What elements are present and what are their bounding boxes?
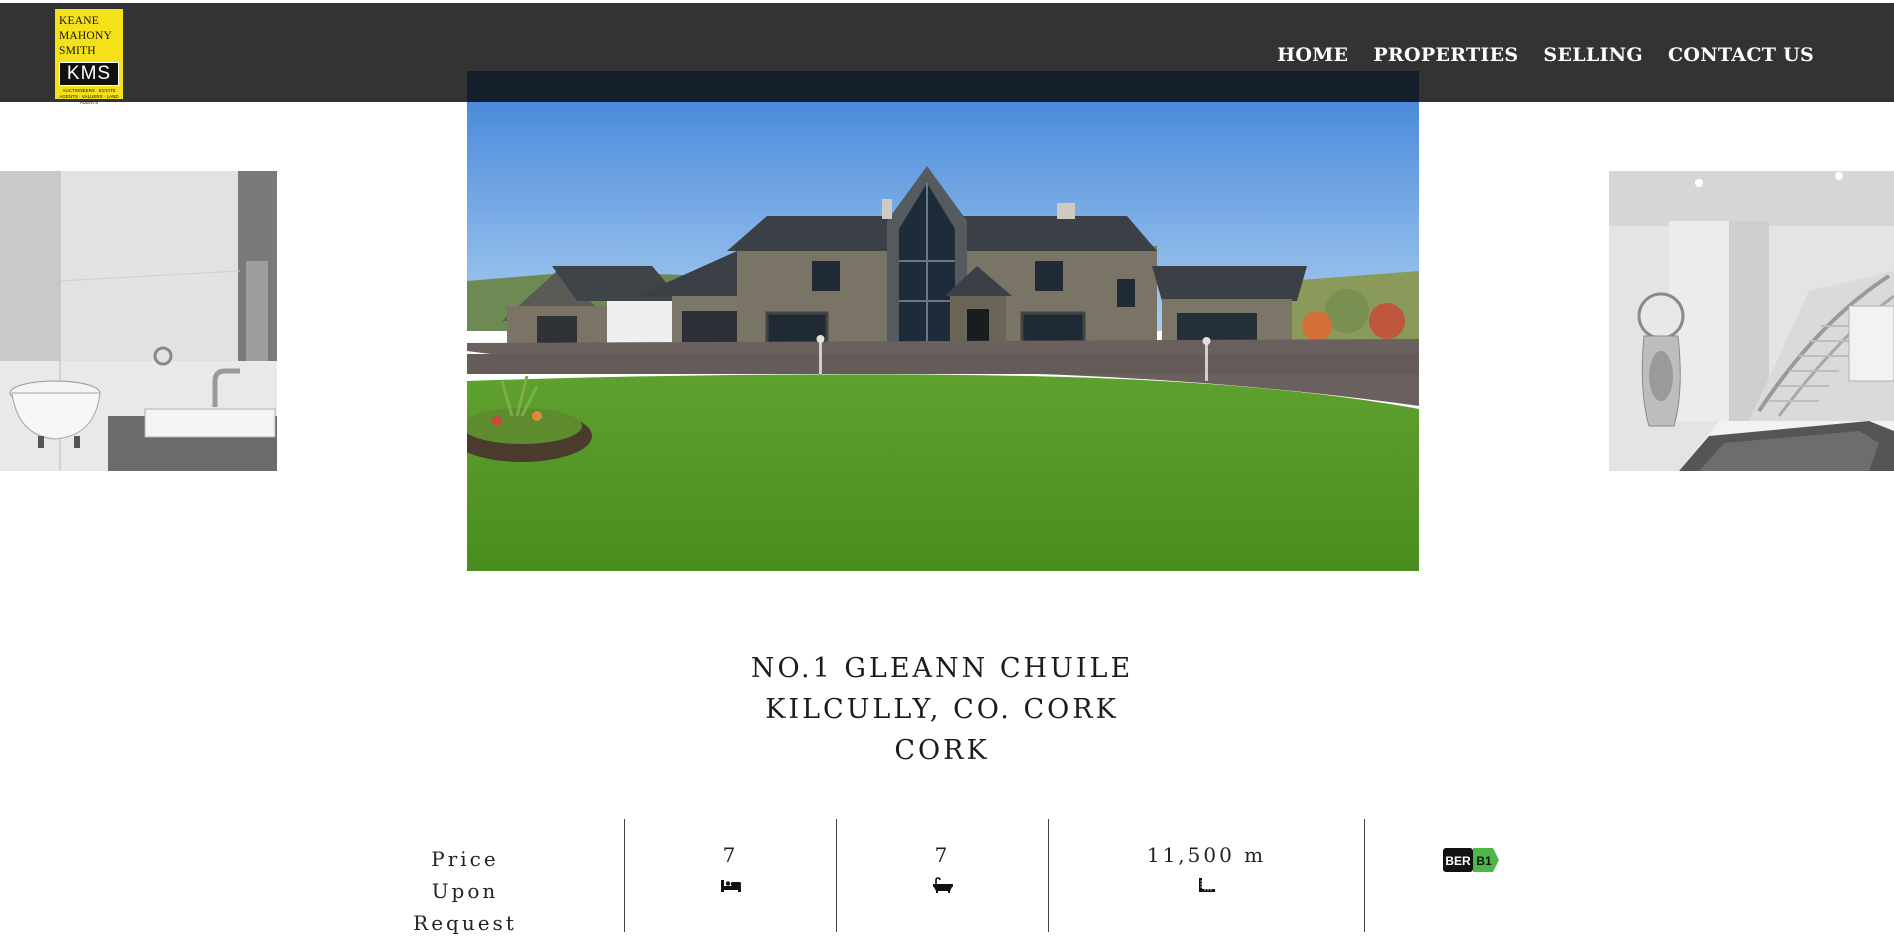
bathroom-photo <box>0 171 277 471</box>
hero-top-overlay <box>467 71 1419 102</box>
property-stats: Price Upon Request 7 7 11,500 m BER B1 <box>0 819 1894 935</box>
logo-line: KEANE <box>59 15 99 27</box>
bed-icon <box>720 880 741 892</box>
price-line: Upon <box>431 879 499 903</box>
main-nav: HOME PROPERTIES SELLING CONTACT US <box>1277 44 1814 66</box>
bedrooms-count: 7 <box>722 843 739 867</box>
address-line: KILCULLY, CO. CORK <box>765 694 1119 725</box>
hallway-staircase-photo <box>1609 171 1894 471</box>
nav-properties[interactable]: PROPERTIES <box>1373 44 1518 66</box>
bedrooms-stat: 7 <box>625 843 836 893</box>
ber-rating-badge: BER B1 <box>1443 848 1499 872</box>
size-value: 11,500 m <box>1146 843 1267 867</box>
stats-divider <box>1364 819 1365 932</box>
ber-label: BER <box>1445 854 1471 868</box>
property-address: NO.1 GLEANN CHUILE KILCULLY, CO. CORK CO… <box>600 648 1284 771</box>
house-exterior-photo <box>467 71 1419 571</box>
price-line: Request <box>413 911 517 935</box>
gallery-prev-image[interactable] <box>0 171 277 471</box>
price-text: Price Upon Request <box>400 843 530 939</box>
logo-line: MAHONY <box>59 30 112 42</box>
gallery-next-image[interactable] <box>1609 171 1894 471</box>
nav-home[interactable]: HOME <box>1277 44 1348 66</box>
nav-selling[interactable]: SELLING <box>1543 44 1643 66</box>
size-stat: 11,500 m <box>1049 843 1364 894</box>
logo-tagline: AUCTIONEERS · ESTATE AGENTS · VALUERS · … <box>59 88 119 105</box>
address-line: CORK <box>894 735 990 766</box>
bathrooms-count: 7 <box>934 843 951 867</box>
logo-mark: KMS <box>59 62 119 86</box>
gallery-main-image[interactable] <box>467 71 1419 571</box>
address-line: NO.1 GLEANN CHUILE <box>750 653 1134 684</box>
area-icon <box>1198 878 1215 892</box>
bath-icon <box>932 877 953 893</box>
nav-contact-us[interactable]: CONTACT US <box>1668 44 1814 66</box>
logo-line: SMITH <box>59 45 96 57</box>
bathrooms-stat: 7 <box>837 843 1048 893</box>
price-line: Price <box>431 847 499 871</box>
kms-logo[interactable]: KEANE MAHONY SMITH KMS AUCTIONEERS · EST… <box>55 9 123 105</box>
ber-value: B1 <box>1476 854 1492 868</box>
